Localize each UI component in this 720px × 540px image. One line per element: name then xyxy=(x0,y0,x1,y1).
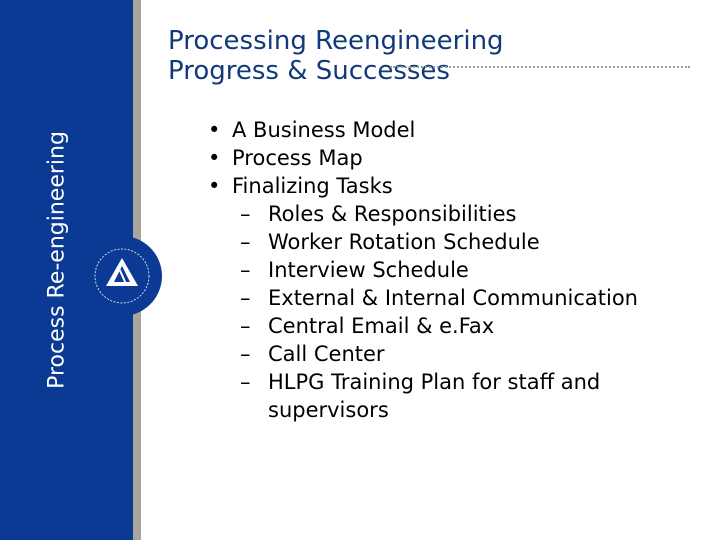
sub-list-item: – Central Email & e.Fax xyxy=(240,314,495,338)
sub-list-item-continuation: supervisors xyxy=(268,398,389,422)
sub-list-item: – HLPG Training Plan for staff and xyxy=(240,370,601,394)
bullet-list: • A Business Model • Process Map • Finalizi… xyxy=(208,116,638,424)
list-item: • Process Map xyxy=(208,146,363,170)
title-line-2: Progress & Successes xyxy=(168,56,450,86)
list-item: • Finalizing Tasks xyxy=(208,174,393,198)
list-item: • A Business Model xyxy=(208,118,416,142)
sub-list-item: – External & Internal Communication xyxy=(240,286,638,310)
sub-list-item: – Call Center xyxy=(240,342,385,366)
slide-title: Processing Reengineering Progress & Succ… xyxy=(168,26,504,86)
title-divider xyxy=(390,66,690,68)
broomfield-seal-logo xyxy=(82,236,162,316)
sub-list-item: – Worker Rotation Schedule xyxy=(240,230,540,254)
vertical-title: Process Re-engineering xyxy=(44,131,70,389)
sub-list-item: – Interview Schedule xyxy=(240,258,469,282)
sub-list-item: – Roles & Responsibilities xyxy=(240,202,517,226)
title-line-1: Processing Reengineering xyxy=(168,26,504,56)
